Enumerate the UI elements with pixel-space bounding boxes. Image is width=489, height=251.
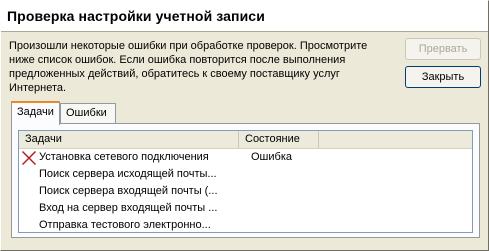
list-header: Задачи Состояние <box>19 131 472 149</box>
list-item[interactable]: Отправка тестового электронно... <box>19 217 472 232</box>
close-button[interactable]: Закрыть <box>405 66 481 88</box>
tab-tasks[interactable]: Задачи <box>11 101 60 125</box>
column-header-empty <box>319 131 472 148</box>
list-item[interactable]: Вход на сервер входящей почты ... <box>19 200 472 217</box>
cancel-button[interactable]: Прервать <box>405 38 481 60</box>
tasks-list[interactable]: Задачи Состояние Установка сетевого подк… <box>18 130 473 233</box>
task-name: Установка сетевого подключения <box>39 151 209 163</box>
account-test-dialog: Проверка настройки учетной записи Произо… <box>0 0 489 251</box>
error-x-icon <box>21 150 37 166</box>
column-header-state[interactable]: Состояние <box>239 131 319 148</box>
task-name: Поиск сервера входящей почты (... <box>39 185 218 197</box>
task-name: Отправка тестового электронно... <box>39 219 211 231</box>
tasks-panel: Задачи Состояние Установка сетевого подк… <box>11 123 480 238</box>
task-name: Вход на сервер входящей почты ... <box>39 202 218 214</box>
dialog-title: Проверка настройки учетной записи <box>7 8 265 24</box>
list-item[interactable]: Поиск сервера исходящей почты... <box>19 166 472 183</box>
list-rows: Установка сетевого подключения Ошибка По… <box>19 149 472 232</box>
dialog-header: Проверка настройки учетной записи <box>1 1 488 32</box>
status-message: Произошли некоторые ошибки при обработке… <box>9 40 368 94</box>
list-item[interactable]: Установка сетевого подключения Ошибка <box>19 149 472 166</box>
task-state: Ошибка <box>251 151 292 163</box>
column-header-tasks[interactable]: Задачи <box>19 131 239 148</box>
tab-errors[interactable]: Ошибки <box>60 103 116 123</box>
task-name: Поиск сервера исходящей почты... <box>39 168 217 180</box>
list-item[interactable]: Поиск сервера входящей почты (... <box>19 183 472 200</box>
